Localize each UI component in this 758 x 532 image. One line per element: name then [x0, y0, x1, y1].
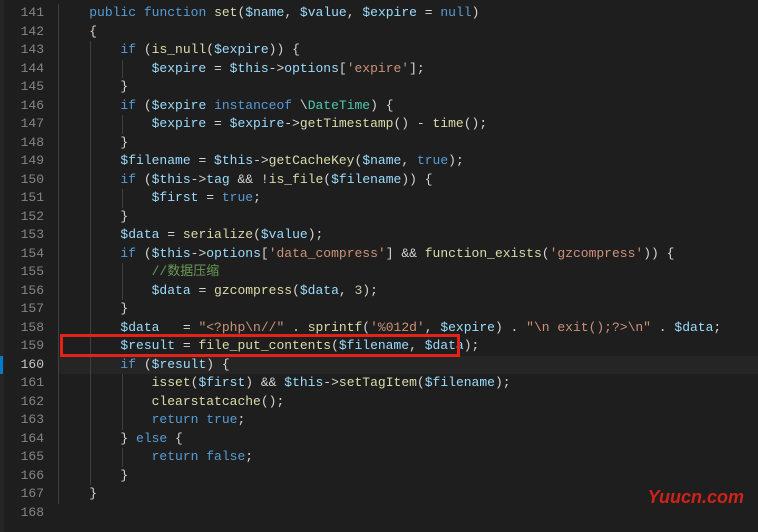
code-line[interactable]: }: [58, 467, 758, 486]
line-number: 164: [0, 430, 44, 449]
code-line[interactable]: $result = file_put_contents($filename, $…: [58, 337, 758, 356]
code-text: if ($this->options['data_compress'] && f…: [58, 246, 674, 261]
code-line[interactable]: if ($this->options['data_compress'] && f…: [58, 245, 758, 264]
code-text: }: [58, 79, 128, 94]
code-line[interactable]: clearstatcache();: [58, 393, 758, 412]
code-text: $result = file_put_contents($filename, $…: [58, 338, 479, 353]
code-text: if ($this->tag && !is_file($filename)) {: [58, 172, 433, 187]
code-text: } else {: [58, 431, 183, 446]
line-number-gutter[interactable]: 1411421431441451461471481491501511521531…: [0, 0, 58, 532]
code-line[interactable]: $first = true;: [58, 189, 758, 208]
code-line[interactable]: if ($expire instanceof \DateTime) {: [58, 97, 758, 116]
code-text: }: [58, 486, 97, 501]
line-number: 146: [0, 97, 44, 116]
code-line[interactable]: return false;: [58, 448, 758, 467]
line-number: 148: [0, 134, 44, 153]
line-number: 158: [0, 319, 44, 338]
line-number: 151: [0, 189, 44, 208]
line-number: 155: [0, 263, 44, 282]
line-number: 160: [0, 356, 44, 375]
code-text: $filename = $this->getCacheKey($name, tr…: [58, 153, 464, 168]
code-line[interactable]: }: [58, 134, 758, 153]
line-number: 165: [0, 448, 44, 467]
code-text: return false;: [58, 449, 253, 464]
code-area[interactable]: public function set($name, $value, $expi…: [58, 0, 758, 532]
code-text: isset($first) && $this->setTagItem($file…: [58, 375, 511, 390]
line-number: 149: [0, 152, 44, 171]
code-line[interactable]: isset($first) && $this->setTagItem($file…: [58, 374, 758, 393]
code-text: return true;: [58, 412, 245, 427]
line-number: 154: [0, 245, 44, 264]
line-number: 168: [0, 504, 44, 523]
line-number: 166: [0, 467, 44, 486]
line-number: 157: [0, 300, 44, 319]
code-line[interactable]: }: [58, 300, 758, 319]
editor-left-strip: [0, 0, 4, 532]
code-line[interactable]: [58, 504, 758, 523]
code-text: public function set($name, $value, $expi…: [58, 5, 479, 20]
line-number: 143: [0, 41, 44, 60]
code-text: //数据压缩: [58, 264, 219, 279]
code-editor[interactable]: 1411421431441451461471481491501511521531…: [0, 0, 758, 532]
code-line[interactable]: return true;: [58, 411, 758, 430]
code-line[interactable]: $expire = $this->options['expire'];: [58, 60, 758, 79]
code-line[interactable]: }: [58, 485, 758, 504]
code-line[interactable]: $data = serialize($value);: [58, 226, 758, 245]
code-line[interactable]: public function set($name, $value, $expi…: [58, 4, 758, 23]
line-number: 163: [0, 411, 44, 430]
code-text: if (is_null($expire)) {: [58, 42, 300, 57]
code-line[interactable]: if ($result) {: [58, 356, 758, 375]
line-number: 161: [0, 374, 44, 393]
code-line[interactable]: }: [58, 78, 758, 97]
line-number: 150: [0, 171, 44, 190]
code-line[interactable]: $data = "<?php\n//" . sprintf('%012d', $…: [58, 319, 758, 338]
code-text: $data = gzcompress($data, 3);: [58, 283, 378, 298]
code-text: $data = "<?php\n//" . sprintf('%012d', $…: [58, 320, 721, 335]
code-line[interactable]: } else {: [58, 430, 758, 449]
code-line[interactable]: $filename = $this->getCacheKey($name, tr…: [58, 152, 758, 171]
code-text: if ($result) {: [58, 357, 230, 372]
line-number: 153: [0, 226, 44, 245]
current-line-marker: [0, 356, 3, 375]
line-number: 162: [0, 393, 44, 412]
code-line[interactable]: if (is_null($expire)) {: [58, 41, 758, 60]
line-number: 145: [0, 78, 44, 97]
code-text: $data = serialize($value);: [58, 227, 323, 242]
line-number: 167: [0, 485, 44, 504]
code-line[interactable]: }: [58, 208, 758, 227]
code-line[interactable]: $data = gzcompress($data, 3);: [58, 282, 758, 301]
code-line[interactable]: {: [58, 23, 758, 42]
code-line[interactable]: $expire = $expire->getTimestamp() - time…: [58, 115, 758, 134]
code-text: if ($expire instanceof \DateTime) {: [58, 98, 394, 113]
code-text: }: [58, 301, 128, 316]
line-number: 142: [0, 23, 44, 42]
code-text: $first = true;: [58, 190, 261, 205]
line-number: 144: [0, 60, 44, 79]
line-number: 159: [0, 337, 44, 356]
line-number: 152: [0, 208, 44, 227]
code-text: $expire = $this->options['expire'];: [58, 61, 425, 76]
line-number: 156: [0, 282, 44, 301]
code-text: }: [58, 209, 128, 224]
code-text: clearstatcache();: [58, 394, 284, 409]
code-text: }: [58, 468, 128, 483]
line-number: 147: [0, 115, 44, 134]
line-number: 141: [0, 4, 44, 23]
code-line[interactable]: if ($this->tag && !is_file($filename)) {: [58, 171, 758, 190]
code-text: }: [58, 135, 128, 150]
code-text: {: [58, 24, 97, 39]
code-line[interactable]: //数据压缩: [58, 263, 758, 282]
